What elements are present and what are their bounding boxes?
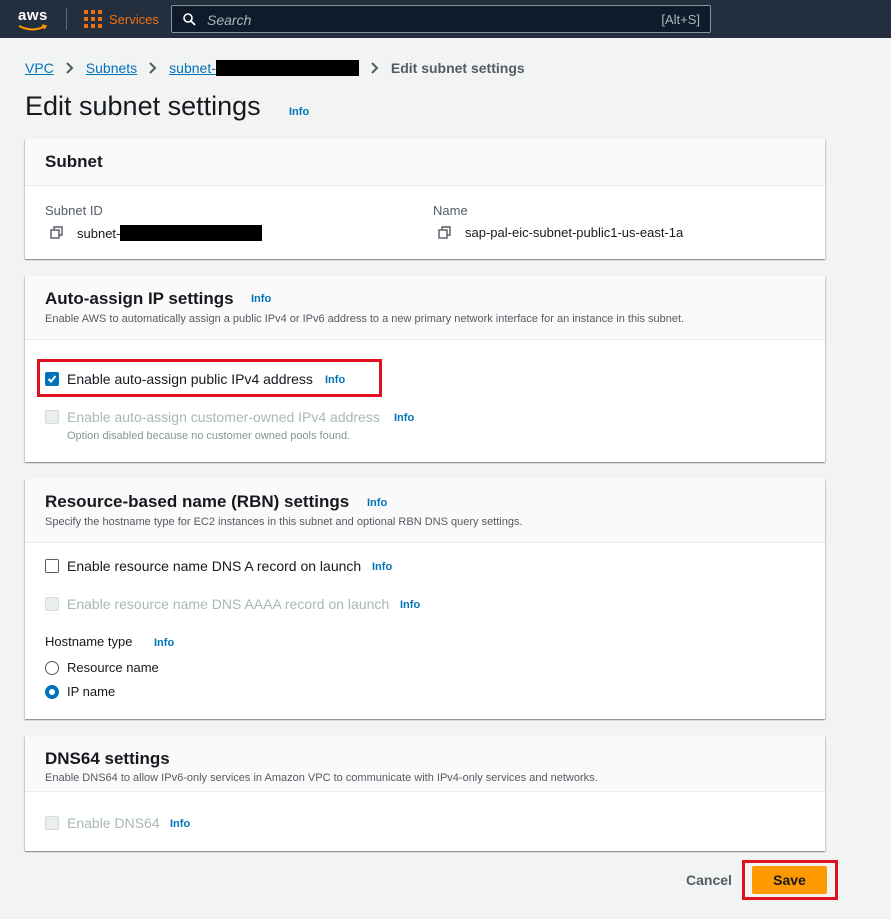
hostname-type-info-link[interactable]: Info bbox=[154, 637, 174, 649]
enable-dns64-checkbox bbox=[45, 816, 59, 830]
cancel-button[interactable]: Cancel bbox=[686, 872, 732, 888]
dns-a-info-link[interactable]: Info bbox=[372, 561, 392, 573]
subnet-id-value: subnet- bbox=[77, 225, 263, 241]
copy-icon[interactable] bbox=[438, 226, 451, 239]
rbn-settings-panel: Resource-based name (RBN) settings Info … bbox=[25, 479, 825, 719]
hostname-resource-name-label[interactable]: Resource name bbox=[67, 660, 159, 675]
panel-title: Resource-based name (RBN) settings bbox=[45, 492, 350, 511]
redacted-text bbox=[215, 60, 359, 76]
highlight-box-save bbox=[742, 860, 838, 900]
panel-description: Enable AWS to automatically assign a pub… bbox=[45, 313, 685, 325]
enable-customer-owned-ipv4-label: Enable auto-assign customer-owned IPv4 a… bbox=[67, 409, 380, 425]
subnet-panel-header: Subnet bbox=[25, 139, 825, 186]
subnet-id-label: Subnet ID bbox=[45, 203, 103, 218]
panel-title: DNS64 settings bbox=[45, 749, 170, 768]
page-info-link[interactable]: Info bbox=[289, 106, 309, 118]
aws-logo[interactable]: aws bbox=[14, 6, 54, 34]
dns64-info-link[interactable]: Info bbox=[170, 818, 190, 830]
breadcrumb-vpc[interactable]: VPC bbox=[25, 60, 54, 76]
services-grid-icon bbox=[84, 10, 102, 28]
rbn-info-link[interactable]: Info bbox=[367, 497, 387, 509]
services-menu-button[interactable]: Services bbox=[84, 10, 159, 28]
page-title: Edit subnet settings bbox=[25, 91, 261, 121]
hostname-ip-name-radio[interactable] bbox=[45, 685, 59, 699]
subnet-panel: Subnet Subnet ID subnet- Name sap-pal-ei… bbox=[25, 139, 825, 259]
enable-dns-a-record-label[interactable]: Enable resource name DNS A record on lau… bbox=[67, 558, 361, 574]
hostname-ip-name-label[interactable]: IP name bbox=[67, 684, 115, 699]
breadcrumb-subnets[interactable]: Subnets bbox=[86, 60, 137, 76]
hostname-resource-name-radio[interactable] bbox=[45, 661, 59, 675]
panel-title: Subnet bbox=[45, 152, 103, 171]
breadcrumb: VPC Subnets subnet- Edit subnet settings bbox=[25, 59, 525, 77]
dns64-settings-panel: DNS64 settings Enable DNS64 to allow IPv… bbox=[25, 736, 825, 851]
search-placeholder: Search bbox=[207, 12, 252, 28]
redacted-text bbox=[120, 225, 263, 241]
rbn-panel-header: Resource-based name (RBN) settings Info … bbox=[25, 479, 825, 543]
aws-logo-text: aws bbox=[18, 7, 48, 24]
panel-description: Specify the hostname type for EC2 instan… bbox=[45, 516, 523, 528]
enable-dns-a-record-checkbox[interactable] bbox=[45, 559, 59, 573]
dns-aaaa-info-link[interactable]: Info bbox=[400, 599, 420, 611]
copy-icon[interactable] bbox=[50, 226, 63, 239]
chevron-right-icon bbox=[59, 61, 81, 75]
highlight-box-ipv4 bbox=[37, 359, 382, 397]
aws-smile-icon bbox=[18, 24, 48, 31]
nav-divider bbox=[66, 8, 67, 30]
panel-title: Auto-assign IP settings bbox=[45, 289, 234, 308]
auto-assign-info-link[interactable]: Info bbox=[251, 293, 271, 305]
customer-owned-disabled-note: Option disabled because no customer owne… bbox=[67, 430, 351, 442]
enable-dns64-label: Enable DNS64 bbox=[67, 815, 160, 831]
chevron-right-icon bbox=[142, 61, 164, 75]
enable-dns-aaaa-record-checkbox bbox=[45, 597, 59, 611]
chevron-right-icon bbox=[364, 61, 386, 75]
breadcrumb-subnet[interactable]: subnet- bbox=[169, 60, 359, 76]
services-label: Services bbox=[109, 11, 159, 27]
hostname-type-label: Hostname type bbox=[45, 634, 133, 649]
breadcrumb-current: Edit subnet settings bbox=[390, 60, 525, 76]
panel-description: Enable DNS64 to allow IPv6-only services… bbox=[45, 772, 598, 784]
name-value: sap-pal-eic-subnet-public1-us-east-1a bbox=[465, 225, 684, 240]
top-navigation: aws Services Search [Alt+S] bbox=[0, 0, 891, 38]
dns64-panel-header: DNS64 settings Enable DNS64 to allow IPv… bbox=[25, 736, 825, 792]
search-shortcut: [Alt+S] bbox=[661, 12, 700, 27]
enable-customer-owned-ipv4-checkbox bbox=[45, 410, 59, 424]
auto-assign-panel-header: Auto-assign IP settings Info Enable AWS … bbox=[25, 276, 825, 340]
search-input[interactable]: Search [Alt+S] bbox=[171, 5, 711, 33]
customer-owned-info-link[interactable]: Info bbox=[394, 412, 414, 424]
search-icon bbox=[183, 13, 196, 26]
name-label: Name bbox=[433, 203, 468, 218]
enable-dns-aaaa-record-label: Enable resource name DNS AAAA record on … bbox=[67, 596, 390, 612]
